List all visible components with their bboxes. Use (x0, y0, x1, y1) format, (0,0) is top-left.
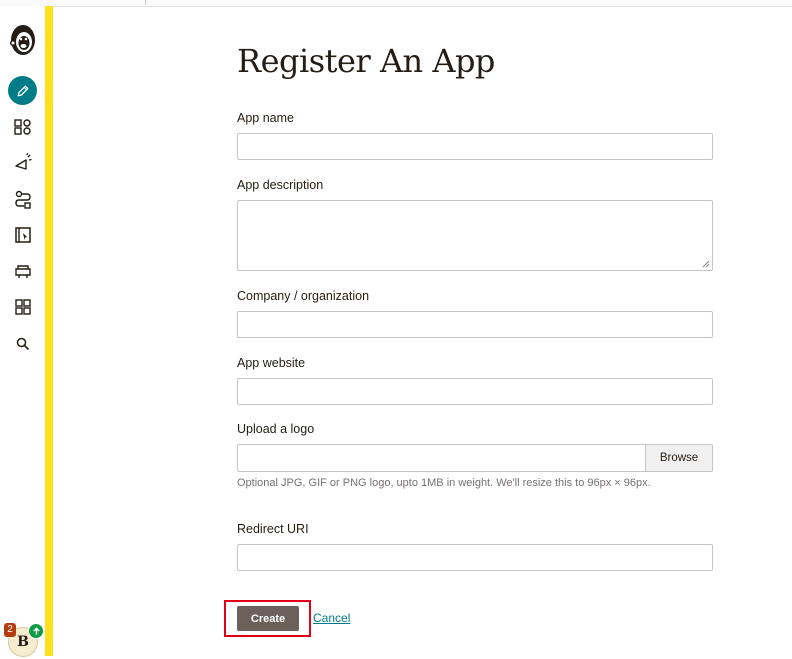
left-nav-rail: B 2 (0, 6, 45, 659)
content-nav-button[interactable] (10, 258, 36, 284)
resize-handle-icon[interactable] (702, 260, 710, 268)
browser-top-edge (0, 0, 792, 7)
app-name-label: App name (237, 111, 294, 125)
logo-hint-text: Optional JPG, GIF or PNG logo, upto 1MB … (237, 477, 651, 489)
tab-divider (145, 0, 146, 5)
search-icon (16, 337, 30, 351)
campaigns-nav-button[interactable] (10, 149, 36, 175)
create-button[interactable]: Create (237, 606, 299, 631)
logo-file-field[interactable]: Browse (237, 444, 713, 472)
automation-icon (15, 190, 31, 209)
upgrade-arrow-icon (28, 623, 44, 639)
brand-yellow-bar (45, 6, 53, 656)
app-website-input[interactable] (237, 378, 713, 405)
account-menu[interactable]: B 2 (4, 623, 44, 659)
redirect-uri-label: Redirect URI (237, 522, 309, 536)
redirect-uri-input[interactable] (237, 544, 713, 571)
app-website-label: App website (237, 356, 306, 370)
integrations-nav-button[interactable] (10, 294, 36, 320)
automations-nav-button[interactable] (10, 186, 36, 212)
pencil-icon (17, 85, 28, 96)
upload-logo-label: Upload a logo (237, 422, 315, 436)
mailchimp-logo-icon[interactable] (7, 20, 39, 60)
website-icon (15, 227, 31, 243)
create-pencil-button[interactable] (8, 76, 37, 105)
audience-nav-button[interactable] (10, 114, 36, 140)
browse-button[interactable]: Browse (645, 445, 712, 471)
company-label: Company / organization (237, 289, 370, 303)
cancel-link[interactable]: Cancel (313, 611, 350, 625)
notification-count-badge: 2 (4, 623, 16, 637)
search-nav-button[interactable] (10, 331, 36, 357)
grid-icon (15, 299, 31, 315)
company-input[interactable] (237, 311, 713, 338)
website-nav-button[interactable] (10, 222, 36, 248)
audience-icon (14, 119, 31, 135)
app-description-label: App description (237, 178, 324, 192)
app-name-input[interactable] (237, 133, 713, 160)
page-title: Register An App (237, 42, 495, 80)
megaphone-icon (15, 152, 32, 170)
app-description-textarea[interactable] (237, 200, 713, 271)
content-icon (15, 265, 31, 278)
